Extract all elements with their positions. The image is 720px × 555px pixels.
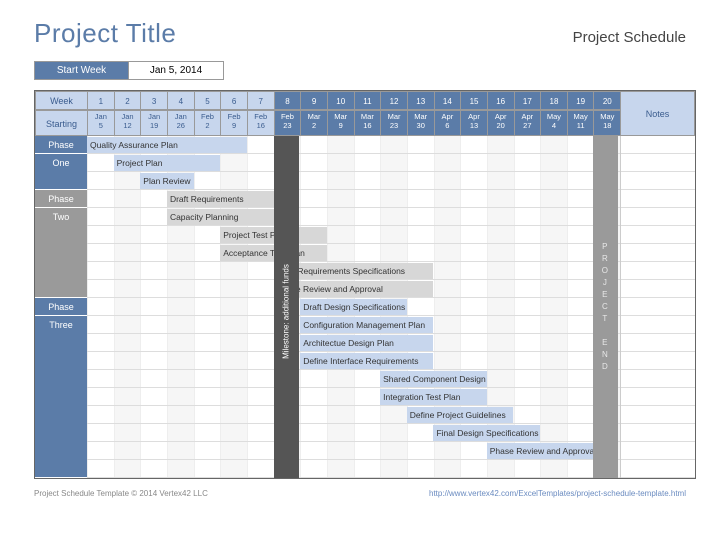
task-bar[interactable]: Draft Design Specifications [300, 299, 407, 315]
week-col-17: 17Apr27 [514, 91, 541, 136]
phase-label: Phase [35, 190, 87, 208]
week-col-8: 8Feb23 [274, 91, 301, 136]
page-subtitle: Project Schedule [573, 29, 686, 46]
notes-cell[interactable] [621, 136, 695, 154]
task-bar[interactable]: Define Project Guidelines [407, 407, 514, 423]
gantt-row [87, 226, 620, 244]
week-col-20: 20May18 [593, 91, 620, 136]
notes-column [620, 136, 695, 478]
week-col-11: 11Mar16 [354, 91, 381, 136]
week-col-13: 13Mar30 [407, 91, 434, 136]
week-col-14: 14Apr6 [434, 91, 461, 136]
task-bar[interactable]: Draft Requirements [167, 191, 274, 207]
task-bar[interactable]: Capacity Planning [167, 209, 274, 225]
milestone-marker: Milestone: additional funds [274, 136, 299, 478]
gantt-chart-area: Quality Assurance Plan Project Plan Plan R… [87, 136, 620, 478]
week-col-15: 15Apr13 [460, 91, 487, 136]
week-col-5: 5Feb2 [194, 91, 221, 136]
week-header: Week [35, 91, 87, 110]
task-bar[interactable]: Shared Component Design [380, 371, 487, 387]
notes-cell[interactable] [621, 154, 695, 172]
notes-cell[interactable] [621, 298, 695, 316]
gantt-row [87, 424, 620, 442]
task-bar[interactable]: Project Plan [114, 155, 221, 171]
notes-cell[interactable] [621, 352, 695, 370]
task-bar[interactable]: Configuration Management Plan [300, 317, 433, 333]
week-col-6: 6Feb9 [220, 91, 247, 136]
notes-cell[interactable] [621, 388, 695, 406]
task-bar[interactable]: Quality Assurance Plan [87, 137, 247, 153]
footer-link[interactable]: http://www.vertex42.com/ExcelTemplates/p… [429, 489, 686, 498]
gantt-row [87, 370, 620, 388]
week-col-9: 9Mar2 [300, 91, 327, 136]
gantt-header: Week Starting 1Jan52Jan123Jan194Jan265Fe… [35, 91, 695, 136]
notes-cell[interactable] [621, 406, 695, 424]
notes-cell[interactable] [621, 442, 695, 460]
notes-cell[interactable] [621, 280, 695, 298]
notes-cell[interactable] [621, 262, 695, 280]
week-col-3: 3Jan19 [140, 91, 167, 136]
notes-cell[interactable] [621, 244, 695, 262]
start-week-label: Start Week [34, 61, 129, 80]
phase-label: One [35, 154, 87, 190]
task-bar[interactable]: Define Interface Requirements [300, 353, 433, 369]
notes-cell[interactable] [621, 424, 695, 442]
phase-label: Phase [35, 298, 87, 316]
week-col-12: 12Mar23 [380, 91, 407, 136]
gantt-row [87, 388, 620, 406]
task-bar[interactable]: Integration Test Plan [380, 389, 487, 405]
project-end-marker: PROJECTEND [593, 136, 618, 478]
notes-cell[interactable] [621, 172, 695, 190]
page-title: Project Title [34, 18, 176, 49]
week-col-2: 2Jan12 [114, 91, 141, 136]
notes-cell[interactable] [621, 208, 695, 226]
start-week-value[interactable]: Jan 5, 2014 [129, 61, 224, 80]
gantt-body: PhaseOnePhaseTwoPhaseThree Quality Assur… [35, 136, 695, 478]
starting-header: Starting [35, 110, 87, 136]
week-col-10: 10Mar9 [327, 91, 354, 136]
week-col-1: 1Jan5 [87, 91, 114, 136]
weeks-header: 1Jan52Jan123Jan194Jan265Feb26Feb97Feb168… [87, 91, 620, 136]
week-col-4: 4Jan26 [167, 91, 194, 136]
notes-cell[interactable] [621, 334, 695, 352]
phase-label: Phase [35, 136, 87, 154]
gantt-row [87, 244, 620, 262]
week-col-18: 18May4 [540, 91, 567, 136]
notes-cell[interactable] [621, 190, 695, 208]
notes-cell[interactable] [621, 460, 695, 478]
phase-label: Two [35, 208, 87, 298]
phase-column: PhaseOnePhaseTwoPhaseThree [35, 136, 87, 478]
phase-label: Three [35, 316, 87, 478]
gantt-row [87, 460, 620, 478]
gantt-grid: Week Starting 1Jan52Jan123Jan194Jan265Fe… [34, 90, 696, 479]
task-bar[interactable]: Final Design Specifications [433, 425, 540, 441]
footer-copyright: Project Schedule Template © 2014 Vertex4… [34, 489, 208, 498]
notes-cell[interactable] [621, 316, 695, 334]
header-corner: Week Starting [35, 91, 87, 136]
week-col-16: 16Apr20 [487, 91, 514, 136]
week-col-19: 19May11 [567, 91, 594, 136]
task-bar[interactable]: Plan Review [140, 173, 193, 189]
task-bar[interactable]: Architectue Design Plan [300, 335, 433, 351]
task-bar[interactable]: Phase Review and Approval [487, 443, 594, 459]
week-col-7: 7Feb16 [247, 91, 274, 136]
notes-header: Notes [620, 91, 695, 136]
notes-cell[interactable] [621, 226, 695, 244]
gantt-row [87, 406, 620, 424]
notes-cell[interactable] [621, 370, 695, 388]
